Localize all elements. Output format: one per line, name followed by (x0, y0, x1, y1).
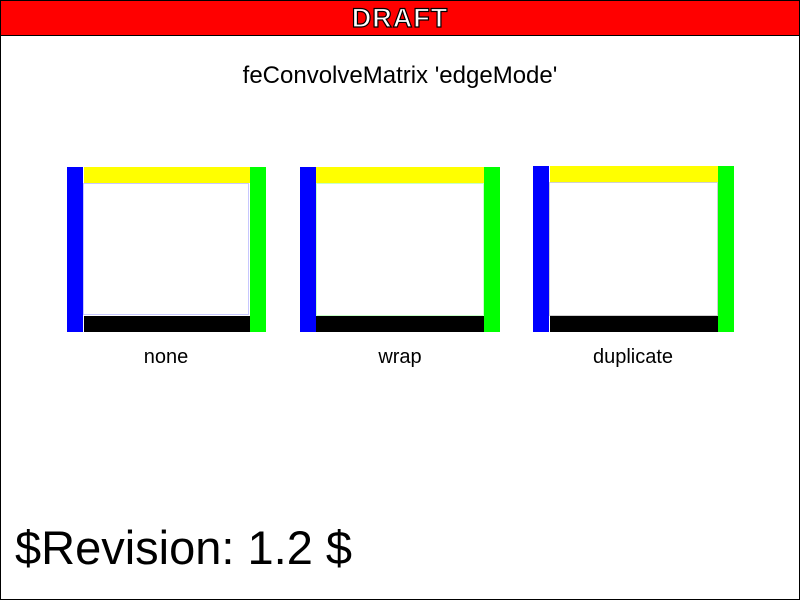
edge-mode-label-none: none (143, 346, 189, 368)
panel-none-right-edge (250, 167, 266, 332)
revision-text: $Revision: 1.2 $ (15, 521, 353, 574)
edge-mode-label-wrap: wrap (378, 346, 422, 368)
edge-mode-label-duplicate: duplicate (592, 346, 674, 368)
panel-wrap-bottom-edge (316, 316, 484, 332)
panel-duplicate-inner-border (549, 182, 718, 316)
panel-duplicate-top-edge (550, 166, 718, 182)
draft-label: DRAFT (351, 2, 449, 33)
panel-none-left-edge (67, 167, 83, 332)
panel-wrap-right-edge (484, 167, 500, 332)
panel-wrap-top-edge (316, 167, 484, 183)
page-title: feConvolveMatrix 'edgeMode' (242, 62, 558, 89)
panel-none-top-edge (84, 167, 250, 183)
panel-duplicate-bottom-edge (550, 316, 718, 332)
panel-duplicate-right-edge (718, 166, 734, 332)
panel-wrap-inner-border (316, 183, 484, 316)
panel-none-bottom-edge (84, 316, 250, 332)
panel-wrap-left-edge (300, 167, 316, 332)
panel-duplicate-left-edge (533, 166, 549, 332)
panel-none-inner-border (83, 183, 249, 315)
draft-banner: DRAFT (1, 1, 799, 36)
